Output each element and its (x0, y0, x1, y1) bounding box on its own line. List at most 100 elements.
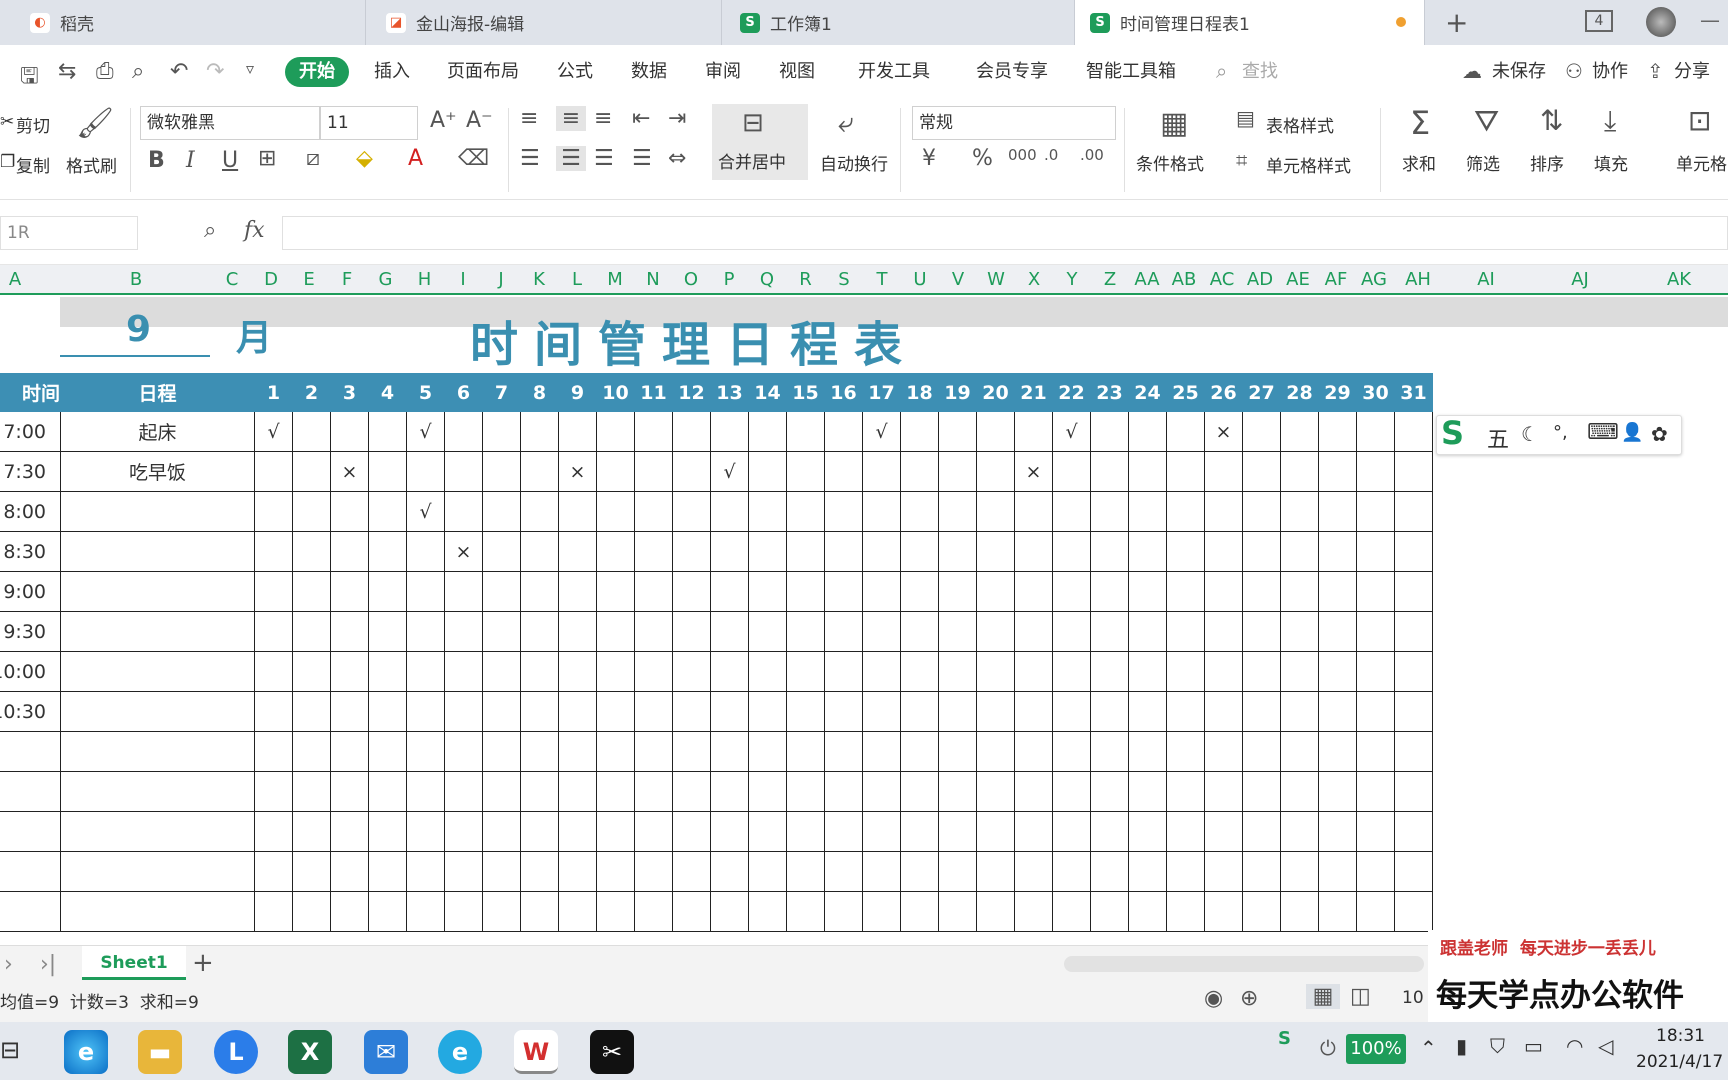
day-cell[interactable] (1204, 651, 1243, 692)
day-cell[interactable] (710, 811, 749, 852)
day-cell[interactable] (900, 691, 939, 732)
align-top-icon[interactable]: ≡ (520, 106, 538, 131)
day-cell[interactable] (748, 731, 787, 772)
day-cell[interactable] (710, 691, 749, 732)
filter-icon[interactable]: ⛛ (1474, 104, 1499, 139)
day-header[interactable]: 14 (748, 373, 787, 412)
day-cell[interactable] (558, 731, 597, 772)
time-cell[interactable] (0, 851, 61, 892)
day-cell[interactable] (444, 491, 483, 532)
day-cell[interactable] (254, 491, 293, 532)
day-cell[interactable] (748, 771, 787, 812)
day-cell[interactable] (1166, 731, 1205, 772)
task-cell[interactable] (60, 651, 255, 692)
browser-icon[interactable]: e (438, 1030, 482, 1074)
percent-icon[interactable]: % (972, 146, 993, 171)
day-cell[interactable] (1090, 451, 1129, 492)
collab-button[interactable]: 协作 (1592, 57, 1628, 87)
column-header-n[interactable]: N (634, 269, 672, 290)
clock-time[interactable]: 18:31 (1656, 1026, 1705, 1046)
minimize-button[interactable]: — (1700, 8, 1720, 32)
decimal-increase-icon[interactable]: .0 (1044, 146, 1058, 164)
day-cell[interactable] (672, 531, 711, 572)
day-cell[interactable] (824, 531, 863, 572)
day-cell[interactable] (558, 651, 597, 692)
day-cell[interactable] (1128, 451, 1167, 492)
day-cell[interactable] (1356, 771, 1395, 812)
column-header-t[interactable]: T (863, 269, 901, 290)
day-cell[interactable] (900, 851, 939, 892)
day-cell[interactable] (1356, 851, 1395, 892)
horizontal-scrollbar[interactable] (1064, 956, 1424, 972)
day-cell[interactable] (444, 571, 483, 612)
day-cell[interactable] (786, 611, 825, 652)
day-cell[interactable] (1280, 731, 1319, 772)
day-cell[interactable] (1318, 411, 1357, 452)
align-right-icon[interactable]: ☰ (594, 146, 614, 171)
day-cell[interactable] (406, 691, 445, 732)
day-cell[interactable] (672, 451, 711, 492)
capcut-icon[interactable]: ✂ (590, 1030, 634, 1074)
day-cell[interactable] (634, 531, 673, 572)
day-cell[interactable] (444, 691, 483, 732)
day-cell[interactable] (1090, 411, 1129, 452)
day-cell[interactable] (520, 691, 559, 732)
column-header-z[interactable]: Z (1091, 269, 1129, 290)
task-cell[interactable] (60, 611, 255, 652)
day-cell[interactable] (672, 891, 711, 932)
table-style-button[interactable]: 表格样式 (1266, 112, 1334, 137)
menu-page-layout[interactable]: 页面布局 (447, 57, 519, 87)
day-cell[interactable] (786, 571, 825, 612)
day-cell[interactable] (1280, 531, 1319, 572)
undo-icon[interactable]: ↶ (170, 59, 188, 84)
day-cell[interactable] (938, 771, 977, 812)
day-cell[interactable] (1166, 651, 1205, 692)
day-cell[interactable] (406, 571, 445, 612)
menu-dev-tools[interactable]: 开发工具 (858, 57, 930, 87)
file-explorer-icon[interactable]: ▬ (138, 1030, 182, 1074)
day-cell[interactable] (406, 811, 445, 852)
day-cell[interactable] (254, 851, 293, 892)
tab-schedule[interactable]: S 时间管理日程表1 (1075, 0, 1425, 45)
day-cell[interactable] (1204, 611, 1243, 652)
redo-icon[interactable]: ↷ (206, 59, 224, 84)
day-header[interactable]: 6 (444, 373, 483, 412)
column-header-ai[interactable]: AI (1442, 269, 1530, 290)
column-header-r[interactable]: R (786, 269, 825, 290)
align-left-icon[interactable]: ☰ (520, 146, 540, 171)
day-cell[interactable] (1394, 451, 1433, 492)
day-cell[interactable] (1242, 891, 1281, 932)
task-cell[interactable] (60, 851, 255, 892)
day-cell[interactable] (748, 851, 787, 892)
day-cell[interactable] (596, 531, 635, 572)
column-header-i[interactable]: I (444, 269, 482, 290)
day-cell[interactable] (1394, 731, 1433, 772)
menu-data[interactable]: 数据 (631, 57, 667, 87)
day-cell[interactable] (976, 451, 1015, 492)
day-cell[interactable] (1242, 691, 1281, 732)
day-cell[interactable] (824, 651, 863, 692)
day-cell[interactable] (900, 411, 939, 452)
day-cell[interactable] (482, 611, 521, 652)
day-cell[interactable] (330, 411, 369, 452)
day-cell[interactable] (1052, 651, 1091, 692)
day-cell[interactable] (444, 811, 483, 852)
day-header[interactable]: 3 (330, 373, 369, 412)
day-cell[interactable] (292, 731, 331, 772)
day-cell[interactable] (1204, 451, 1243, 492)
day-cell[interactable] (596, 851, 635, 892)
column-header-j[interactable]: J (482, 269, 520, 290)
schedule-header[interactable]: 日程 (60, 373, 255, 412)
day-cell[interactable] (1356, 451, 1395, 492)
indent-increase-icon[interactable]: ⇥ (668, 106, 686, 131)
day-cell[interactable] (824, 691, 863, 732)
day-cell[interactable] (634, 771, 673, 812)
day-cell[interactable] (330, 891, 369, 932)
day-cell[interactable] (1052, 571, 1091, 612)
menu-home[interactable]: 开始 (285, 57, 349, 87)
day-cell[interactable] (862, 531, 901, 572)
day-cell[interactable] (976, 571, 1015, 612)
day-cell[interactable] (634, 811, 673, 852)
day-cell[interactable] (292, 571, 331, 612)
day-header[interactable]: 31 (1394, 373, 1433, 412)
